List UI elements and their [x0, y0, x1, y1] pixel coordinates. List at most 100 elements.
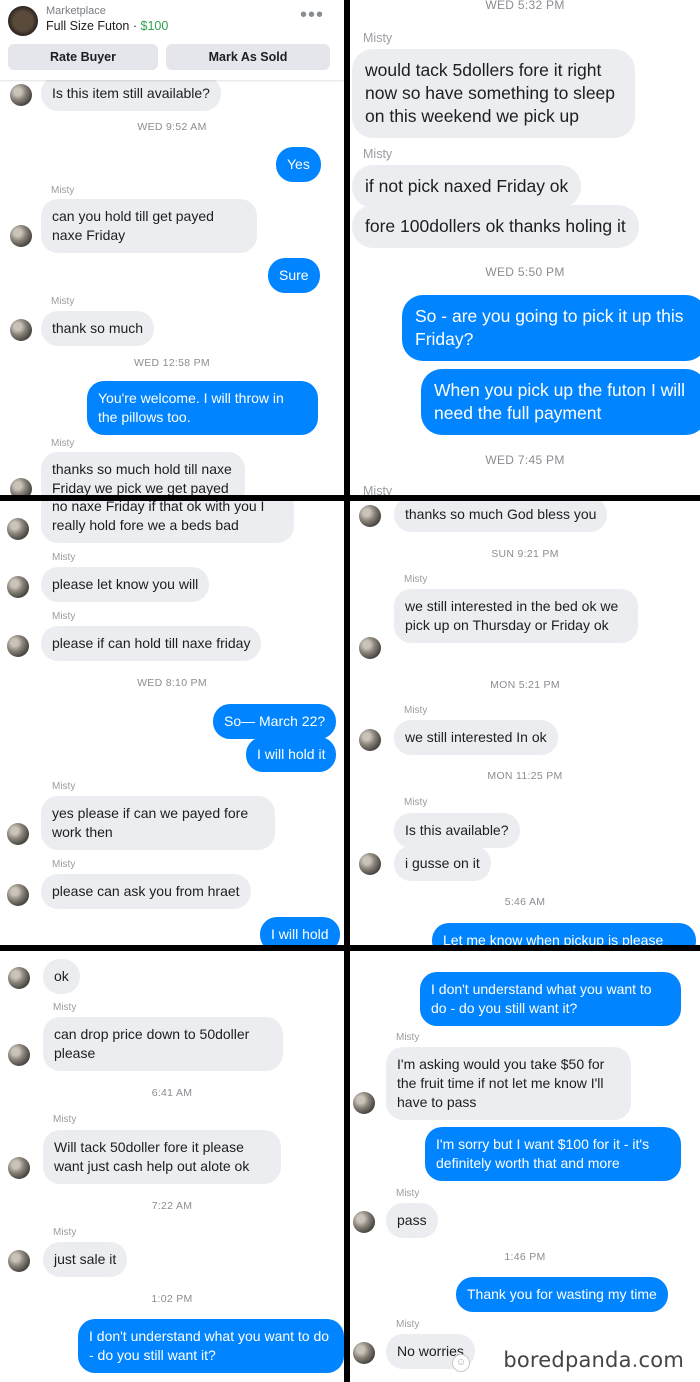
message-incoming: ok [43, 959, 80, 994]
chat-panel-4: thanks so much God bless you SUN 9:21 PM… [350, 501, 700, 945]
listing-price: $100 [140, 19, 169, 33]
avatar [10, 478, 32, 495]
message-incoming: Is this item still available? [41, 76, 221, 111]
message-incoming: pass [386, 1203, 438, 1238]
chat-panel-5: ok Misty can drop price down to 50doller… [0, 951, 344, 1382]
avatar [8, 1250, 30, 1272]
message-incoming: if not pick naxed Friday ok [352, 165, 582, 208]
sender-name: Misty [52, 552, 76, 563]
rate-buyer-button[interactable]: Rate Buyer [8, 44, 158, 70]
avatar [353, 1342, 375, 1364]
message-incoming: we still interested in the bed ok we pic… [394, 589, 638, 643]
header-subtitle: Marketplace [46, 5, 106, 17]
watermark: boredpanda.com [503, 1348, 684, 1372]
avatar [7, 576, 29, 598]
avatar [7, 823, 29, 845]
avatar [7, 884, 29, 906]
sender-name: Misty [396, 1319, 420, 1330]
message-incoming: please let know you will [41, 567, 210, 602]
avatar [359, 637, 381, 659]
timestamp: WED 12:58 PM [134, 357, 210, 369]
message-incoming: no naxe Friday if that ok with you I rea… [41, 501, 294, 543]
timestamp: WED 9:52 AM [137, 121, 207, 133]
timestamp: 5:46 AM [504, 896, 546, 908]
message-outgoing: So - are you going to pick it up this Fr… [402, 295, 700, 361]
message-outgoing: I don't understand what you want to do -… [78, 1319, 344, 1373]
avatar [353, 1092, 375, 1114]
sender-name: Misty [53, 1114, 77, 1125]
message-incoming: i gusse on it [394, 846, 491, 881]
message-incoming: please if can hold till naxe friday [41, 626, 262, 661]
message-incoming: would tack 5dollers fore it right now so… [352, 49, 635, 138]
timestamp: MON 11:25 PM [487, 770, 563, 782]
chat-panel-2: WED 5:32 PM Misty would tack 5dollers fo… [350, 0, 700, 495]
sender-name: Misty [52, 611, 76, 622]
watermark-dot: . [631, 1348, 639, 1372]
message-outgoing: I will hold it [246, 737, 337, 772]
listing-title[interactable]: Full Size Futon · $100 [46, 19, 168, 33]
more-icon[interactable]: ••• [300, 4, 324, 27]
avatar [8, 1044, 30, 1066]
timestamp: MON 5:21 PM [490, 679, 560, 691]
message-incoming: fore 100dollers ok thanks holing it [352, 205, 639, 248]
message-incoming: can drop price down to 50doller please [43, 1017, 283, 1071]
message-incoming: please can ask you from hraet [41, 874, 251, 909]
sender-name: Misty [363, 484, 393, 495]
avatar [359, 505, 381, 527]
sender-name: Misty [53, 1002, 77, 1013]
message-outgoing: When you pick up the futon I will need t… [421, 369, 700, 435]
message-outgoing: I don't understand what you want to do -… [420, 972, 681, 1026]
message-incoming: Will tack 50doller fore it please want j… [43, 1130, 281, 1184]
avatar [359, 729, 381, 751]
message-incoming: Is this available? [394, 813, 520, 848]
message-outgoing: Thank you for wasting my time [456, 1277, 668, 1312]
message-incoming: thanks so much hold till naxe Friday we … [41, 452, 245, 495]
message-incoming: I'm asking would you take $50 for the fr… [386, 1047, 631, 1120]
avatar [7, 635, 29, 657]
avatar [10, 225, 32, 247]
timestamp: 7:22 AM [151, 1200, 193, 1212]
sender-name: Misty [396, 1032, 420, 1043]
avatar [10, 319, 32, 341]
emoji-reaction-icon[interactable]: ☺ [452, 1354, 470, 1372]
sender-name: Misty [52, 781, 76, 792]
message-incoming: we still interested In ok [394, 720, 558, 755]
timestamp: SUN 9:21 PM [491, 548, 559, 560]
chat-panel-6: I don't understand what you want to do -… [350, 951, 700, 1382]
message-incoming: thank so much [41, 311, 155, 346]
avatar [7, 518, 29, 540]
message-outgoing: You're welcome. I will throw in the pill… [87, 381, 318, 435]
timestamp: WED 5:50 PM [485, 265, 565, 279]
timestamp: WED 8:10 PM [137, 677, 207, 689]
message-outgoing: Yes [276, 147, 321, 182]
sender-name: Misty [363, 147, 393, 161]
avatar [8, 1157, 30, 1179]
sender-name: Misty [51, 185, 75, 196]
sender-name: Misty [404, 705, 428, 716]
avatar [353, 1211, 375, 1233]
message-outgoing: So— March 22? [213, 704, 337, 739]
timestamp: 1:46 PM [504, 1251, 546, 1263]
message-outgoing: Sure [268, 258, 320, 293]
mark-as-sold-button[interactable]: Mark As Sold [166, 44, 330, 70]
sender-name: Misty [52, 859, 76, 870]
watermark-tld: com [638, 1348, 684, 1372]
listing-thumbnail[interactable] [8, 6, 38, 36]
sender-name: Misty [396, 1188, 420, 1199]
listing-header: Marketplace Full Size Futon · $100 ••• R… [0, 0, 344, 80]
message-incoming: yes please if can we payed fore work the… [41, 796, 275, 850]
chat-panel-1: Marketplace Full Size Futon · $100 ••• R… [0, 0, 344, 495]
avatar [359, 853, 381, 875]
message-outgoing: Let me know when pickup is please [432, 923, 696, 945]
message-incoming: thanks so much God bless you [394, 501, 608, 532]
listing-title-text: Full Size Futon · [46, 19, 138, 33]
sender-name: Misty [51, 296, 75, 307]
message-outgoing: I'm sorry but I want $100 for it - it's … [425, 1127, 681, 1181]
message-outgoing: I will hold [260, 917, 340, 945]
avatar [10, 84, 32, 106]
timestamp: 6:41 AM [151, 1087, 193, 1099]
avatar [8, 967, 30, 989]
message-incoming: can you hold till get payed naxe Friday [41, 199, 257, 253]
sender-name: Misty [53, 1227, 77, 1238]
sender-name: Misty [404, 574, 428, 585]
